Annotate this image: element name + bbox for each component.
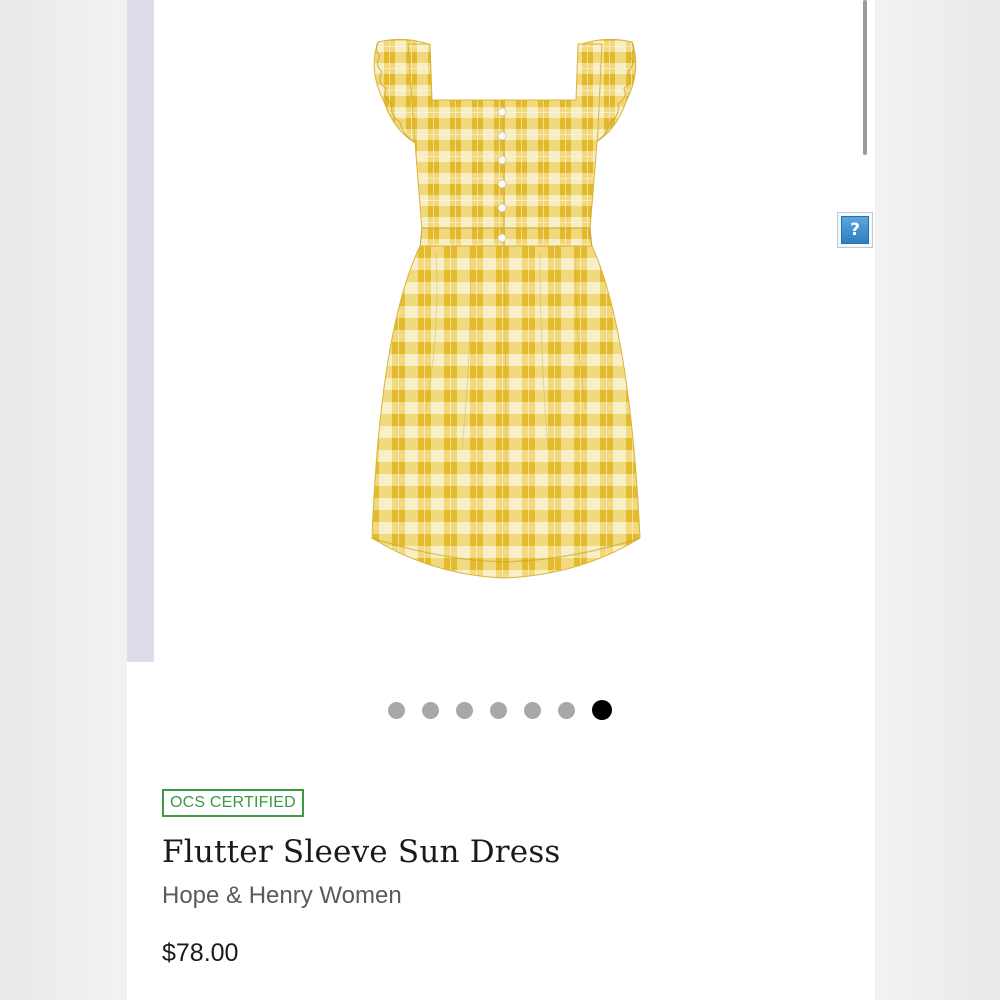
carousel-dot-2[interactable] bbox=[422, 701, 439, 719]
carousel-dot-7-active[interactable] bbox=[592, 700, 612, 720]
certification-badge: OCS CERTIFIED bbox=[162, 789, 304, 817]
product-title: Flutter Sleeve Sun Dress bbox=[162, 834, 561, 870]
scrollbar[interactable] bbox=[863, 0, 867, 155]
image-carousel-dots bbox=[388, 700, 612, 720]
previous-image-edge[interactable] bbox=[127, 0, 154, 662]
help-icon: ? bbox=[841, 216, 869, 244]
carousel-dot-5[interactable] bbox=[524, 701, 541, 719]
carousel-dot-3[interactable] bbox=[456, 701, 473, 719]
help-button[interactable]: ? bbox=[837, 212, 873, 248]
carousel-dot-1[interactable] bbox=[388, 701, 405, 719]
screen: ? OCS CERTIFIED Flutter Sleeve Sun Dress… bbox=[0, 0, 1000, 1000]
product-price: $78.00 bbox=[162, 939, 239, 967]
product-image[interactable] bbox=[340, 30, 670, 610]
product-brand[interactable]: Hope & Henry Women bbox=[162, 882, 402, 910]
carousel-dot-6[interactable] bbox=[558, 701, 575, 719]
carousel-dot-4[interactable] bbox=[490, 701, 507, 719]
